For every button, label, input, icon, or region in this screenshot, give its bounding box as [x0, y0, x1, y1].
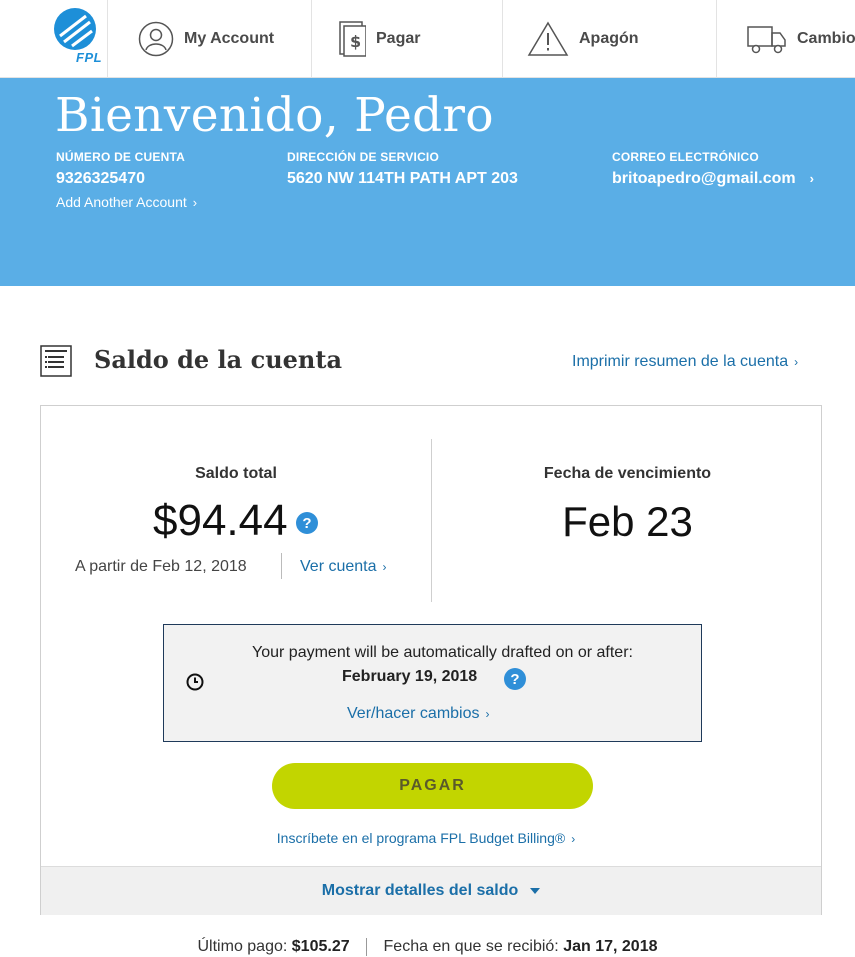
due-date-label: Fecha de vencimiento	[543, 465, 712, 482]
received-date-value: Jan 17, 2018	[563, 938, 658, 956]
received-date-label: Fecha en que se recibió:	[383, 938, 559, 956]
autopay-message: Your payment will be automatically draft…	[252, 644, 633, 661]
autopay-notice: Your payment will be automatically draft…	[163, 624, 702, 742]
budget-billing-label: Inscríbete en el programa FPL Budget Bil…	[276, 830, 566, 846]
view-account-link[interactable]: Ver cuenta ›	[300, 558, 387, 576]
svg-text:$: $	[350, 32, 361, 51]
help-icon[interactable]: ?	[504, 668, 526, 690]
caret-down-icon	[530, 888, 541, 894]
service-address-value: 5620 NW 114TH PATH APT 203	[287, 170, 518, 187]
divider	[366, 938, 368, 956]
last-payment-label: Último pago:	[197, 938, 288, 956]
chevron-right-icon: ›	[382, 560, 387, 574]
user-icon	[138, 21, 174, 57]
warning-icon	[527, 21, 569, 57]
balance-card: Saldo total $94.44 ? A partir de Feb 12,…	[40, 405, 822, 915]
service-address-label: DIRECCIÓN DE SERVICIO	[287, 150, 440, 164]
show-details-label: Mostrar detalles del saldo	[321, 882, 519, 899]
chevron-right-icon: ›	[192, 195, 198, 210]
total-balance-label: Saldo total	[195, 465, 277, 482]
logo-text: FPL	[76, 50, 103, 65]
add-account-label: Add Another Account	[56, 194, 187, 210]
statement-icon	[40, 345, 72, 382]
divider	[281, 553, 282, 579]
total-balance-amount: $94.44	[153, 496, 288, 545]
pay-button[interactable]: PAGAR	[272, 763, 593, 809]
print-summary-label: Imprimir resumen de la cuenta	[572, 353, 789, 370]
chevron-right-icon: ›	[794, 355, 799, 369]
nav-my-account-label: My Account	[184, 30, 275, 47]
fpl-logo-icon	[54, 8, 96, 50]
help-icon[interactable]: ?	[296, 512, 318, 534]
chevron-right-icon: ›	[571, 832, 576, 846]
due-date-value: Feb 23	[562, 498, 693, 545]
last-payment-amount: $105.27	[291, 938, 350, 956]
nav-cambio[interactable]: Cambio	[717, 0, 855, 78]
service-address-block: DIRECCIÓN DE SERVICIO 5620 NW 114TH PATH…	[287, 150, 518, 188]
nav-apagon[interactable]: Apagón	[503, 0, 717, 78]
nav-cambio-label: Cambio	[797, 30, 855, 47]
section-title: Saldo de la cuenta	[94, 345, 342, 374]
add-another-account-link[interactable]: Add Another Account ›	[56, 194, 197, 210]
view-account-label: Ver cuenta	[300, 558, 377, 575]
autopay-change-label: Ver/hacer cambios	[347, 705, 480, 722]
nav-pagar-label: Pagar	[376, 30, 421, 47]
email-link[interactable]: britoapedro@gmail.com ›	[612, 170, 814, 188]
welcome-banner: Bienvenido, Pedro NÚMERO DE CUENTA 93263…	[0, 78, 855, 286]
autopay-change-link[interactable]: Ver/hacer cambios ›	[347, 705, 490, 723]
account-number-value: 9326325470	[56, 170, 145, 187]
show-balance-details-toggle[interactable]: Mostrar detalles del saldo	[41, 866, 821, 915]
email-value: britoapedro@gmail.com	[612, 170, 796, 187]
top-nav: FPL My Account $ Pagar Apagón Cambio	[0, 0, 855, 78]
balance-as-of: A partir de Feb 12, 2018	[75, 558, 247, 575]
dollar-bill-icon: $	[336, 20, 366, 58]
account-number-block: NÚMERO DE CUENTA 9326325470 Add Another …	[56, 150, 197, 210]
last-payment-info: Último pago: $105.27 Fecha en que se rec…	[0, 938, 855, 956]
clock-icon	[186, 673, 204, 696]
nav-pagar[interactable]: $ Pagar	[312, 0, 503, 78]
email-block: CORREO ELECTRÓNICO britoapedro@gmail.com…	[612, 150, 814, 188]
welcome-heading: Bienvenido, Pedro	[55, 88, 494, 143]
chevron-right-icon: ›	[809, 171, 814, 186]
email-label: CORREO ELECTRÓNICO	[612, 150, 759, 164]
autopay-date: February 19, 2018	[342, 668, 478, 685]
budget-billing-link[interactable]: Inscríbete en el programa FPL Budget Bil…	[41, 830, 821, 846]
nav-apagon-label: Apagón	[579, 30, 639, 47]
print-summary-link[interactable]: Imprimir resumen de la cuenta ›	[572, 353, 798, 371]
truck-icon	[747, 23, 787, 55]
chevron-right-icon: ›	[485, 707, 490, 721]
nav-my-account[interactable]: My Account	[108, 0, 312, 78]
account-number-label: NÚMERO DE CUENTA	[56, 150, 185, 164]
fpl-logo[interactable]: FPL	[0, 0, 108, 78]
